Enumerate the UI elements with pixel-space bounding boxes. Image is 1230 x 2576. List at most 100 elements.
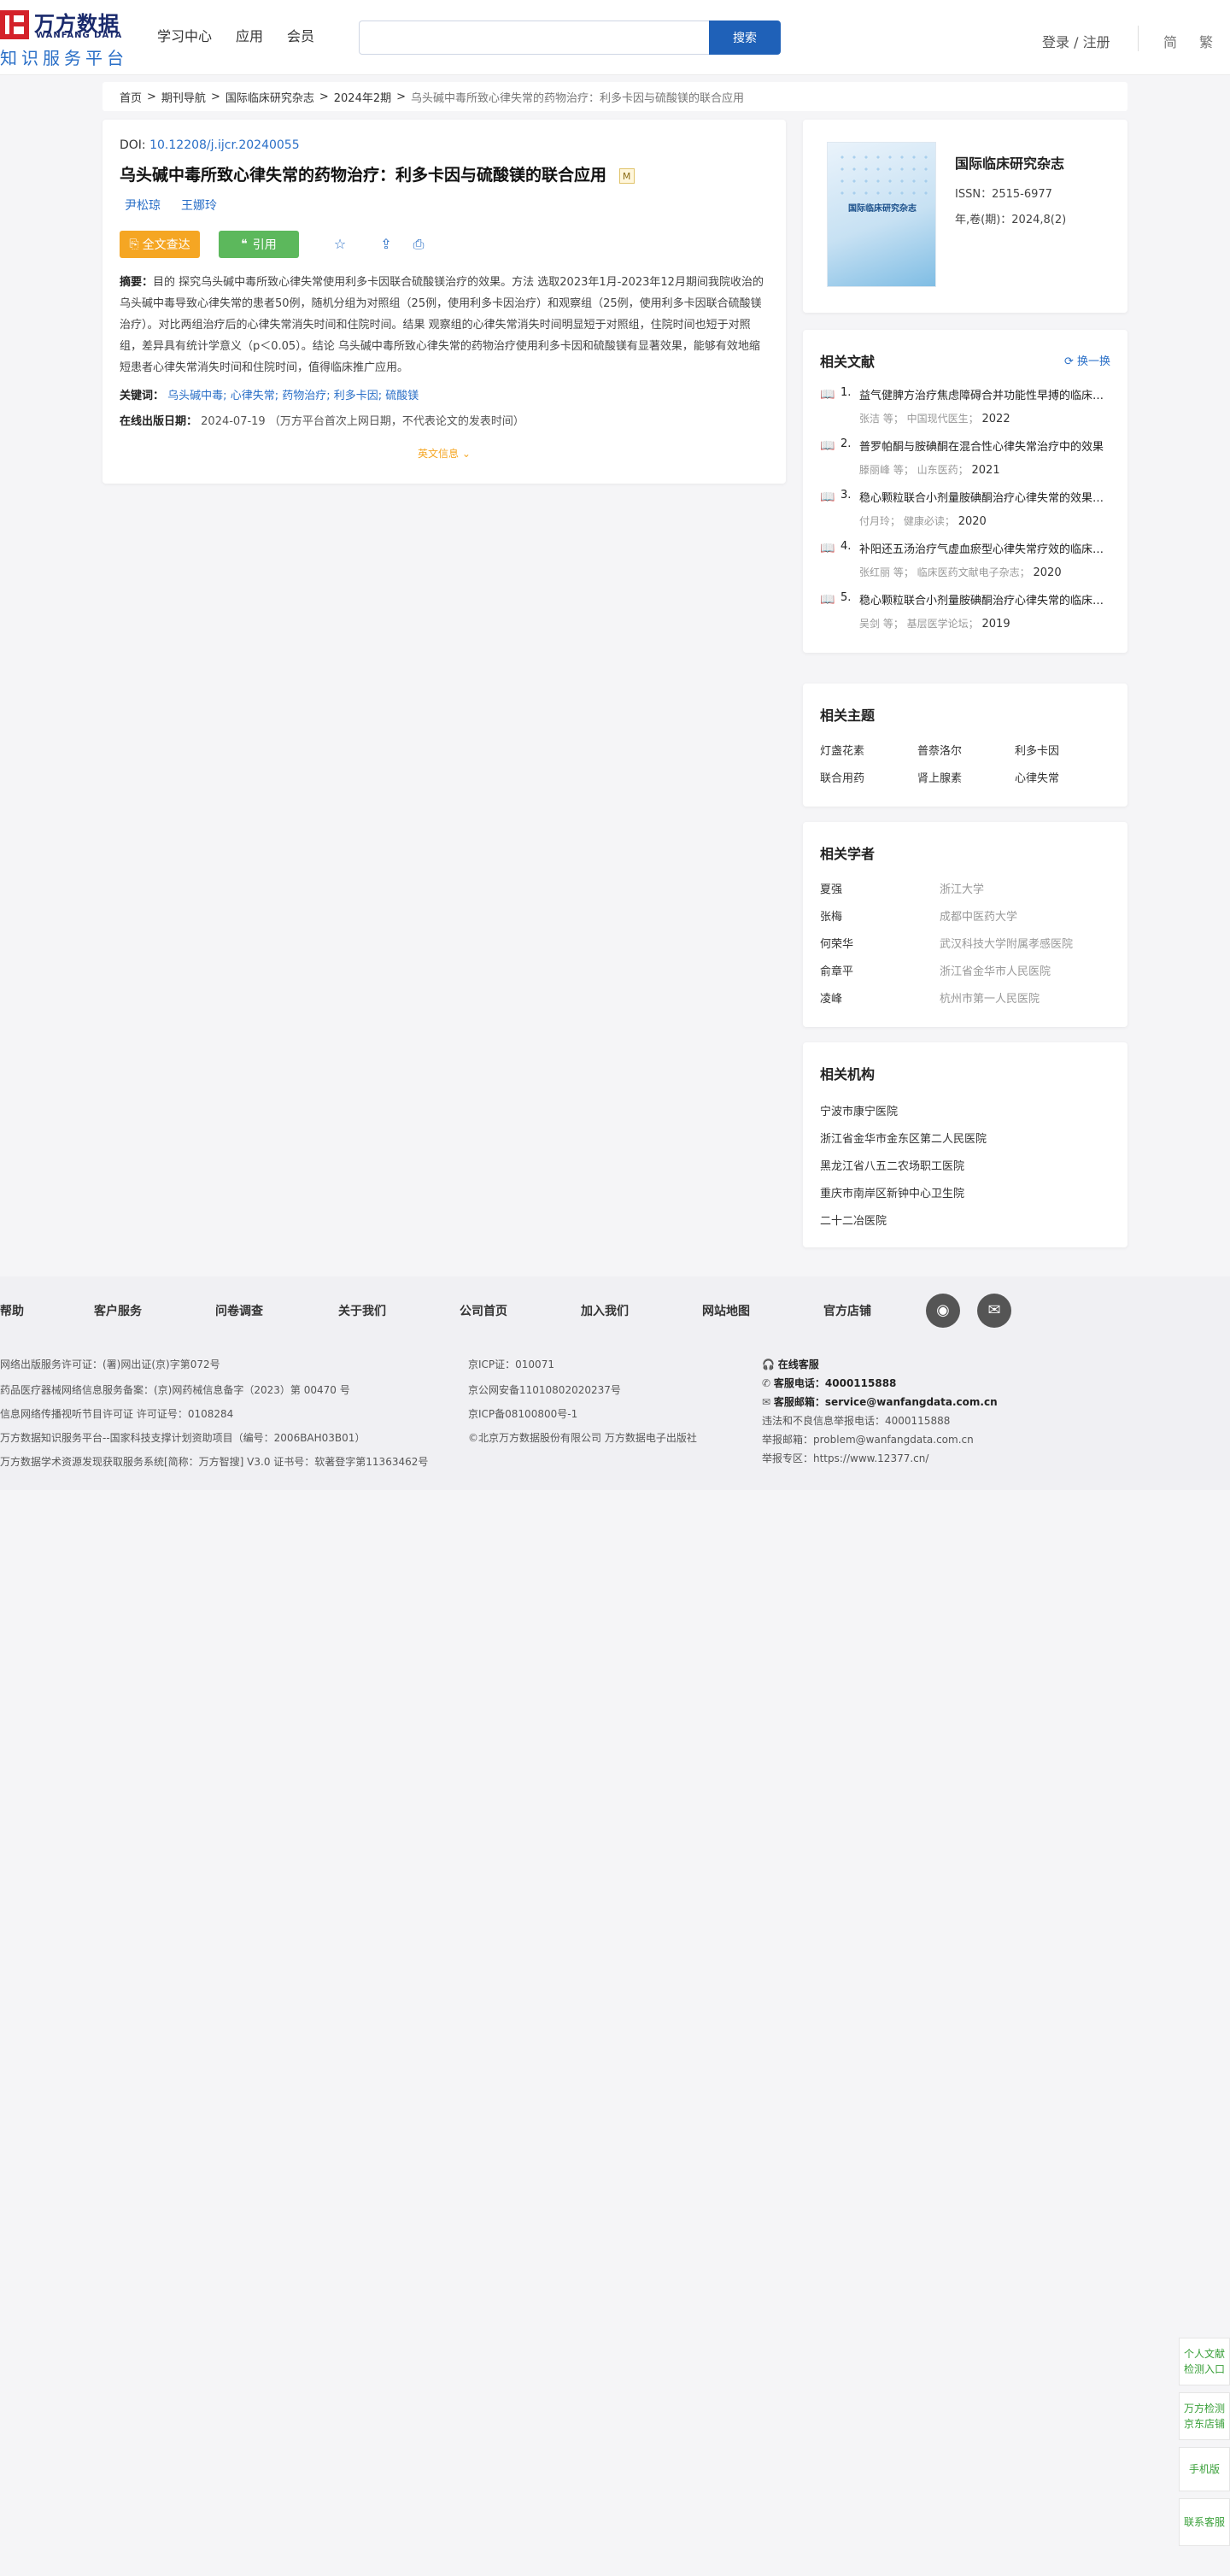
institution-link[interactable]: 黑龙江省八五二农场职工医院: [820, 1157, 964, 1173]
topic-link[interactable]: 利多卡因: [1015, 742, 1059, 758]
keyword-link[interactable]: 乌头碱中毒;: [167, 390, 226, 402]
print-icon[interactable]: ⎙: [410, 236, 427, 253]
scholar-org: 成都中医药大学: [940, 911, 1018, 924]
footer-link-join-us[interactable]: 加入我们: [581, 1302, 629, 1319]
literature-authors: 张洁 等: [859, 413, 893, 425]
literature-source[interactable]: 临床医药文献电子杂志: [917, 566, 1020, 578]
footer-link-survey[interactable]: 问卷调查: [215, 1302, 263, 1319]
header-divider: [1138, 26, 1139, 51]
scholar-name-link[interactable]: 张梅: [820, 907, 842, 924]
footer-link-official-store[interactable]: 官方店铺: [823, 1302, 871, 1319]
literature-title-link[interactable]: 补阳还五汤治疗气虚血瘀型心律失常疗效的临床观察: [859, 540, 1110, 556]
scholar-name-link[interactable]: 凌峰: [820, 989, 842, 1006]
institution-link[interactable]: 重庆市南岸区新钟中心卫生院: [820, 1184, 964, 1200]
wechat-icon[interactable]: ✉: [977, 1294, 1011, 1328]
search-button[interactable]: 搜索: [709, 21, 781, 55]
related-literature: 相关文献 ⟳ 换一换 📖 1. 益气健脾方治疗焦虑障碍合并功能性早搏的临床观察 …: [803, 330, 1128, 653]
scholar-name-link[interactable]: 何荣华: [820, 935, 853, 951]
float-plagiarism-check[interactable]: 个人文献检测入口: [1179, 2338, 1230, 2385]
doi-link[interactable]: 10.12208/j.ijcr.20240055: [149, 138, 300, 152]
scholar-name-link[interactable]: 俞章平: [820, 962, 853, 978]
phone-label: 客服电话：: [773, 1377, 825, 1389]
section-title: 相关机构: [820, 1066, 876, 1083]
chevron-down-icon: ⌄: [461, 448, 471, 460]
breadcrumb-journal-nav[interactable]: 期刊导航: [161, 89, 206, 105]
author-link[interactable]: 尹松琼: [125, 197, 161, 214]
footer-link-customer-service[interactable]: 客户服务: [94, 1302, 142, 1319]
footer-link-help[interactable]: 帮助: [0, 1302, 24, 1319]
institution-link[interactable]: 二十二冶医院: [820, 1212, 887, 1228]
author-link[interactable]: 王娜玲: [181, 197, 217, 214]
institution-link[interactable]: 宁波市康宁医院: [820, 1102, 898, 1118]
nav-learning-center[interactable]: 学习中心: [157, 25, 212, 45]
topic-link[interactable]: 联合用药: [820, 769, 864, 785]
keyword-link[interactable]: 药物治疗;: [282, 390, 330, 402]
item-number: 5.: [840, 591, 852, 604]
book-icon: 📖: [820, 388, 835, 402]
float-jd-store[interactable]: 万方检测京东店铺: [1179, 2392, 1230, 2440]
online-service-link[interactable]: 🎧 在线客服: [762, 1357, 819, 1371]
literature-source[interactable]: 山东医药: [917, 464, 958, 476]
related-scholars: 相关学者 夏强 浙江大学 张梅 成都中医药大学 何荣华 武汉科技大学附属孝感医院…: [803, 822, 1128, 1027]
cover-title: 国际临床研究杂志: [848, 204, 917, 214]
mail-icon: ✉: [762, 1396, 771, 1408]
abstract-text: 目的 探究乌头碱中毒所致心律失常使用利多卡因联合硫酸镁治疗的效果。方法 选取20…: [120, 276, 764, 374]
float-contact-service[interactable]: 联系客服: [1179, 2498, 1230, 2546]
breadcrumb-journal[interactable]: 国际临床研究杂志: [226, 89, 314, 105]
logo-english-text: WANFANG DATA: [36, 31, 123, 40]
footer-icp[interactable]: 京ICP备08100800号-1: [468, 1406, 577, 1421]
article-title: 乌头碱中毒所致心律失常的药物治疗：利多卡因与硫酸镁的联合应用 M: [120, 162, 635, 185]
topic-link[interactable]: 灯盏花素: [820, 742, 864, 758]
footer-link-about[interactable]: 关于我们: [338, 1302, 386, 1319]
float-mobile[interactable]: 手机版: [1179, 2447, 1230, 2491]
weibo-icon[interactable]: ◉: [926, 1294, 960, 1328]
keyword-link[interactable]: 硫酸镁: [385, 390, 419, 402]
footer-link-company-home[interactable]: 公司首页: [460, 1302, 507, 1319]
nav-membership[interactable]: 会员: [287, 25, 314, 45]
refresh-button[interactable]: ⟳ 换一换: [1064, 352, 1110, 368]
share-icon[interactable]: ⇪: [378, 236, 395, 253]
topic-link[interactable]: 心律失常: [1015, 769, 1059, 785]
scholar-name-link[interactable]: 夏强: [820, 880, 842, 896]
breadcrumb-home[interactable]: 首页: [120, 89, 142, 105]
literature-source[interactable]: 基层医学论坛: [907, 618, 969, 630]
keyword-link[interactable]: 心律失常;: [231, 390, 278, 402]
lang-simplified-toggle[interactable]: 简: [1163, 31, 1177, 51]
journal-cover[interactable]: 国际临床研究杂志: [827, 142, 936, 287]
literature-title-link[interactable]: 稳心颗粒联合小剂量胺碘酮治疗心律失常的临床观察: [859, 591, 1110, 607]
refresh-label: 换一换: [1076, 355, 1110, 368]
publish-date-label: 在线出版日期：: [120, 415, 198, 428]
keyword-link[interactable]: 利多卡因;: [334, 390, 382, 402]
literature-source[interactable]: 中国现代医生: [907, 413, 969, 425]
footer-license: 药品医疗器械网络信息服务备案：(京)网药械信息备字（2023）第 00470 号: [0, 1384, 350, 1396]
login-register-link[interactable]: 登录 / 注册: [1042, 31, 1110, 51]
footer-copyright: ©北京万方数据股份有限公司 万方数据电子出版社: [468, 1432, 697, 1444]
literature-title-link[interactable]: 普罗帕酮与胺碘酮在混合性心律失常治疗中的效果: [859, 437, 1110, 454]
literature-source[interactable]: 健康必读: [904, 515, 945, 527]
fulltext-button[interactable]: ⎘ 全文查达: [120, 231, 200, 258]
literature-title-link[interactable]: 稳心颗粒联合小剂量胺碘酮治疗心律失常的效果观察: [859, 489, 1110, 505]
favorite-star-icon[interactable]: ☆: [331, 236, 348, 253]
cite-button[interactable]: ❝ 引用: [219, 231, 299, 258]
topic-link[interactable]: 肾上腺素: [917, 769, 962, 785]
literature-year: 2019: [981, 618, 1010, 631]
topic-link[interactable]: 普萘洛尔: [917, 742, 962, 758]
nav-apps[interactable]: 应用: [236, 25, 263, 45]
email-value[interactable]: service@wanfangdata.com.cn: [825, 1396, 998, 1408]
literature-title-link[interactable]: 益气健脾方治疗焦虑障碍合并功能性早搏的临床观察: [859, 386, 1110, 402]
institution-link[interactable]: 浙江省金华市金东区第二人民医院: [820, 1130, 987, 1146]
journal-name[interactable]: 国际临床研究杂志: [955, 152, 1064, 173]
site-footer: 帮助 客户服务 问卷调查 关于我们 公司首页 加入我们 网站地图 官方店铺 ◉ …: [0, 1276, 1230, 1490]
breadcrumb-issue[interactable]: 2024年2期: [334, 89, 391, 105]
search-input[interactable]: [359, 21, 709, 55]
literature-meta: 付月玲； 健康必读； 2020: [859, 515, 987, 528]
lang-traditional-toggle[interactable]: 繁: [1199, 31, 1213, 51]
footer-link-sitemap[interactable]: 网站地图: [702, 1302, 750, 1319]
footer-icp[interactable]: 京公网安备11010802020237号: [468, 1382, 621, 1397]
breadcrumb-separator: >: [319, 90, 329, 103]
english-info-toggle[interactable]: 英文信息 ⌄: [102, 446, 786, 461]
site-header: 万方数据 WANFANG DATA 知识服务平台 学习中心 应用 会员 搜索 登…: [0, 0, 1230, 75]
wanfang-logo[interactable]: 万方数据 WANFANG DATA 知识服务平台: [0, 5, 137, 68]
report-email[interactable]: 举报邮箱：problem@wanfangdata.com.cn: [762, 1432, 974, 1446]
report-zone[interactable]: 举报专区：https://www.12377.cn/: [762, 1451, 928, 1465]
